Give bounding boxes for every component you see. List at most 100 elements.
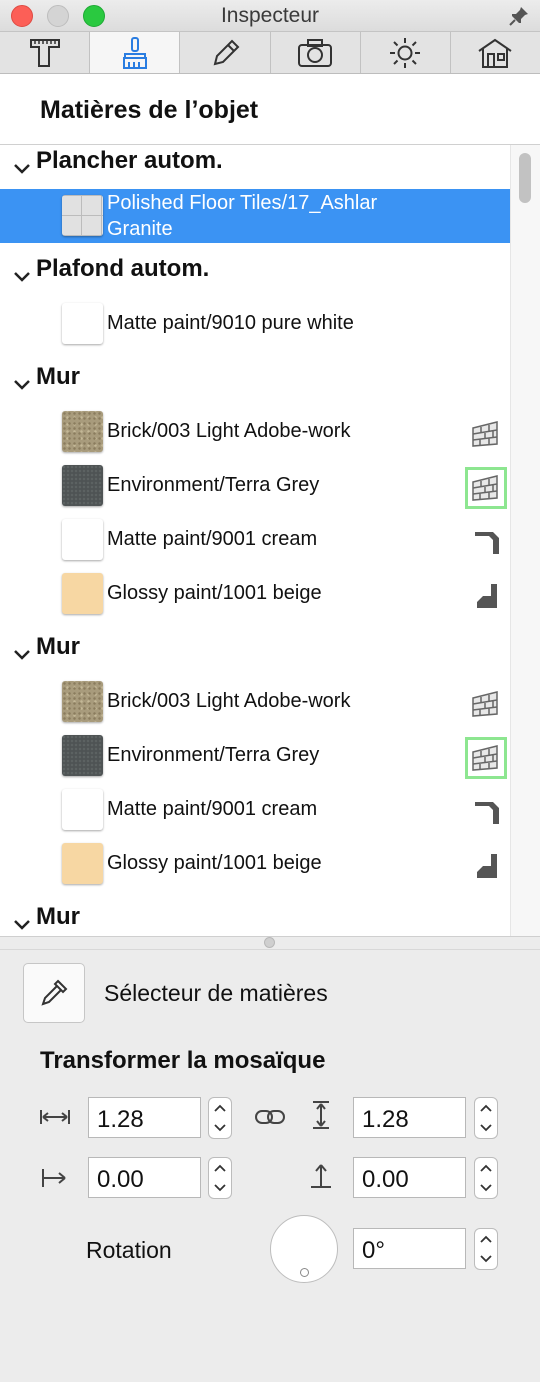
stepper-up-icon[interactable]	[214, 1164, 226, 1172]
wall-side-button-active[interactable]	[465, 467, 507, 509]
tile-height-stepper[interactable]	[474, 1097, 498, 1139]
tab-dimensions[interactable]	[0, 32, 91, 73]
brick-wall-highlighted-icon	[472, 745, 498, 771]
eyedropper-icon	[41, 979, 68, 1006]
wall-side-button[interactable]	[465, 575, 507, 617]
wall-side-button[interactable]	[465, 683, 507, 725]
materials-panel: Matières de l’objet Plancher autom. Poli…	[0, 74, 540, 936]
material-row[interactable]: Glossy paint/1001 beige	[0, 837, 510, 891]
material-swatch	[62, 735, 103, 776]
material-swatch	[62, 303, 103, 344]
material-row[interactable]: Brick/003 Light Adobe-work	[0, 405, 510, 459]
section-title: Matières de l’objet	[40, 96, 259, 124]
ruler-square-icon	[29, 38, 60, 67]
material-swatch	[62, 519, 103, 560]
material-row[interactable]: Environment/Terra Grey	[0, 729, 510, 783]
rotation-field[interactable]: 0°	[353, 1228, 466, 1269]
material-row[interactable]: Polished Floor Tiles/17_Ashlar Granite	[0, 189, 510, 243]
group-name: Mur	[36, 903, 80, 930]
width-icon	[40, 1110, 70, 1124]
inspector-tabs	[0, 32, 540, 74]
tab-materials[interactable]	[90, 32, 181, 73]
material-label: Matte paint/9001 cream	[107, 528, 318, 550]
stepper-up-icon[interactable]	[480, 1164, 492, 1172]
wall-side-button[interactable]	[465, 845, 507, 887]
wall-side-left-icon	[475, 532, 499, 554]
tile-height-field[interactable]: 1.28	[353, 1097, 466, 1138]
chevron-down-icon[interactable]	[12, 375, 32, 395]
stepper-down-icon[interactable]	[214, 1124, 226, 1132]
material-swatch	[62, 573, 103, 614]
tile-offset-y-field[interactable]: 0.00	[353, 1157, 466, 1198]
tab-camera[interactable]	[271, 32, 361, 73]
sun-icon	[390, 37, 421, 68]
wall-side-button[interactable]	[465, 413, 507, 455]
material-label: Brick/003 Light Adobe-work	[107, 420, 351, 442]
material-label: Environment/Terra Grey	[107, 744, 320, 766]
material-label: Glossy paint/1001 beige	[107, 852, 322, 874]
material-row[interactable]: Matte paint/9001 cream	[0, 783, 510, 837]
rotation-stepper[interactable]	[474, 1228, 498, 1270]
material-picker-button[interactable]	[23, 963, 85, 1023]
material-row[interactable]: Glossy paint/1001 beige	[0, 567, 510, 621]
wall-side-left-icon	[475, 802, 499, 824]
stepper-up-icon[interactable]	[480, 1104, 492, 1112]
rotation-knob[interactable]	[270, 1215, 338, 1283]
chevron-down-icon[interactable]	[12, 267, 32, 287]
splitter-handle-icon[interactable]	[264, 937, 275, 948]
panel-splitter[interactable]	[0, 936, 540, 950]
tab-edit[interactable]	[180, 32, 271, 73]
group-header[interactable]: Mur	[0, 901, 510, 936]
material-row[interactable]: Brick/003 Light Adobe-work	[0, 675, 510, 729]
chevron-down-icon[interactable]	[12, 915, 32, 935]
offset-y-icon	[311, 1164, 331, 1188]
brick-wall-icon	[472, 421, 498, 447]
stepper-down-icon[interactable]	[480, 1184, 492, 1192]
stepper-down-icon[interactable]	[480, 1255, 492, 1263]
pencil-icon	[213, 39, 240, 65]
material-label: Brick/003 Light Adobe-work	[107, 690, 351, 712]
wall-side-button[interactable]	[465, 791, 507, 833]
tile-width-stepper[interactable]	[208, 1097, 232, 1139]
camera-icon	[298, 38, 333, 67]
wall-side-right-icon	[477, 854, 497, 878]
rotation-label: Rotation	[86, 1237, 172, 1263]
tiling-section-title: Transformer la mosaïque	[40, 1047, 326, 1074]
link-icon[interactable]	[253, 1102, 287, 1132]
material-swatch	[62, 411, 103, 452]
material-row[interactable]: Matte paint/9001 cream	[0, 513, 510, 567]
pin-icon[interactable]	[508, 5, 530, 27]
wall-side-button[interactable]	[465, 521, 507, 563]
offset-x-icon	[42, 1169, 66, 1187]
chevron-down-icon[interactable]	[12, 645, 32, 665]
title-bar: Inspecteur	[0, 0, 540, 32]
material-label: Polished Floor Tiles/17_Ashlar Granite	[107, 192, 378, 240]
tile-offset-y-stepper[interactable]	[474, 1157, 498, 1199]
material-row[interactable]: Matte paint/9010 pure white	[0, 297, 510, 351]
group-name: Mur	[36, 363, 80, 390]
material-picker-label: Sélecteur de matières	[104, 980, 328, 1006]
stepper-up-icon[interactable]	[480, 1235, 492, 1243]
material-swatch	[62, 843, 103, 884]
material-label: Environment/Terra Grey	[107, 474, 320, 496]
rotation-knob-indicator	[300, 1268, 309, 1277]
stepper-down-icon[interactable]	[480, 1124, 492, 1132]
wall-side-right-icon	[477, 584, 497, 608]
tile-offset-x-field[interactable]: 0.00	[88, 1157, 201, 1198]
tab-building[interactable]	[451, 32, 540, 73]
materials-list[interactable]: Plancher autom. Polished Floor Tiles/17_…	[0, 144, 540, 936]
stepper-down-icon[interactable]	[214, 1184, 226, 1192]
material-swatch	[62, 195, 103, 236]
tab-lighting[interactable]	[361, 32, 451, 73]
chevron-down-icon[interactable]	[12, 159, 32, 179]
material-swatch	[62, 681, 103, 722]
house-icon	[478, 38, 513, 68]
tile-width-field[interactable]: 1.28	[88, 1097, 201, 1138]
stepper-up-icon[interactable]	[214, 1104, 226, 1112]
scrollbar[interactable]	[510, 145, 540, 936]
wall-side-button-active[interactable]	[465, 737, 507, 779]
scrollbar-thumb[interactable]	[519, 153, 531, 203]
tile-offset-x-stepper[interactable]	[208, 1157, 232, 1199]
material-row[interactable]: Environment/Terra Grey	[0, 459, 510, 513]
height-icon	[313, 1101, 329, 1129]
